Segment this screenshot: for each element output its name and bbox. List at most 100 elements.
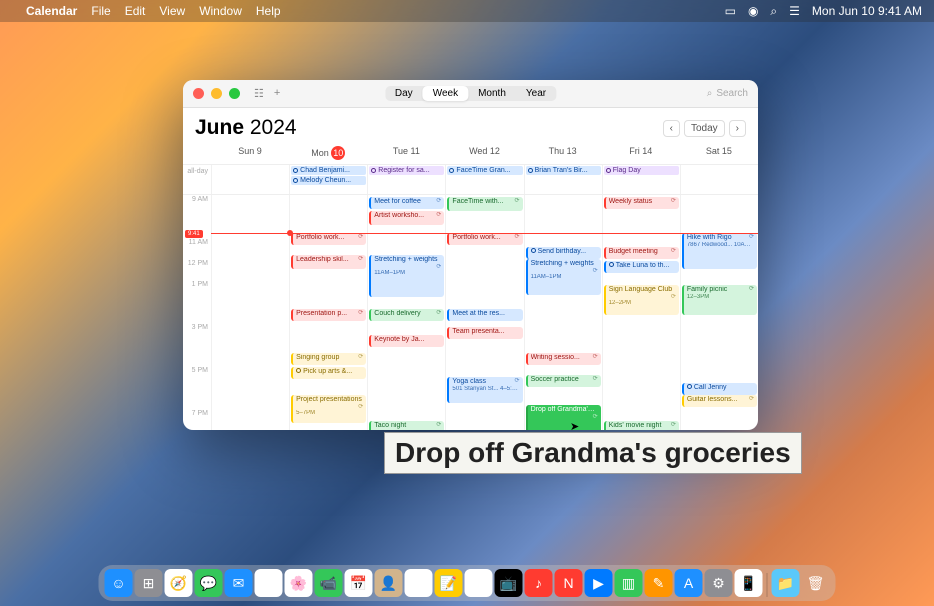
col-fri[interactable]: Weekly status⟳ Budget meeting⟳ Take Luna t…	[602, 195, 680, 430]
col-sun[interactable]	[211, 195, 289, 430]
menu-file[interactable]: File	[91, 4, 110, 18]
calendar-event[interactable]: Portfolio work...⟳	[291, 233, 366, 245]
calendar-event[interactable]: Yoga class⟳501 Stanyan St... 4–5:30PM	[447, 377, 522, 403]
allday-event[interactable]: Register for sa...	[369, 166, 444, 175]
calendar-event[interactable]: Weekly status⟳	[604, 197, 679, 209]
col-thu[interactable]: Send birthday...Stretching + weights⟳11A…	[524, 195, 602, 430]
allday-event[interactable]: FaceTime Gran...	[447, 166, 522, 175]
close-button[interactable]	[193, 88, 204, 99]
dock-finder-icon[interactable]: ☺	[105, 569, 133, 597]
menu-help[interactable]: Help	[256, 4, 281, 18]
day-header[interactable]: Wed 12	[445, 142, 523, 164]
dock-safari-icon[interactable]: 🧭	[165, 569, 193, 597]
dock-notes-icon[interactable]: 📝	[435, 569, 463, 597]
calendar-event[interactable]: Drop off Grandma's groceries⟳	[526, 405, 601, 430]
calendar-event[interactable]: Stretching + weights⟳11AM–1PM	[369, 255, 444, 297]
add-event-icon[interactable]: +	[274, 87, 280, 100]
allday-mon[interactable]: Chad Benjami...Melody Cheun...	[289, 165, 367, 194]
dock-downloads-icon[interactable]: 📁	[772, 569, 800, 597]
allday-event[interactable]: Brian Tran's Bir...	[526, 166, 601, 175]
view-month[interactable]: Month	[468, 86, 516, 101]
dock-mail-icon[interactable]: ✉	[225, 569, 253, 597]
allday-sat[interactable]	[680, 165, 758, 194]
battery-icon[interactable]: ▭	[725, 4, 736, 18]
calendar-event[interactable]: Meet at the res...	[447, 309, 522, 321]
calendar-event[interactable]: Writing sessio...⟳	[526, 353, 601, 365]
next-button[interactable]: ›	[729, 120, 746, 137]
col-mon[interactable]: Portfolio work...⟳ Leadership skil...⟳ Pre…	[289, 195, 367, 430]
day-header[interactable]: Fri 14	[602, 142, 680, 164]
menu-window[interactable]: Window	[199, 4, 242, 18]
day-header[interactable]: Thu 13	[524, 142, 602, 164]
allday-fri[interactable]: Flag Day	[602, 165, 680, 194]
calendar-event[interactable]: Call Jenny	[682, 383, 757, 395]
calendar-event[interactable]: Couch delivery⟳	[369, 309, 444, 321]
calendar-event[interactable]: Family picnic⟳12–3PM	[682, 285, 757, 315]
menu-edit[interactable]: Edit	[125, 4, 146, 18]
calendar-event[interactable]: Team presenta...	[447, 327, 522, 339]
allday-event[interactable]: Flag Day	[604, 166, 679, 175]
dock-launchpad-icon[interactable]: ⊞	[135, 569, 163, 597]
dock-appstore-icon[interactable]: A	[675, 569, 703, 597]
dock-news-icon[interactable]: N	[555, 569, 583, 597]
view-week[interactable]: Week	[423, 86, 468, 101]
prev-button[interactable]: ‹	[663, 120, 680, 137]
dock-contacts-icon[interactable]: 👤	[375, 569, 403, 597]
calendar-event[interactable]: Guitar lessons...⟳	[682, 395, 757, 407]
search-field[interactable]: ⌕ Search	[707, 88, 748, 99]
day-header[interactable]: Tue 11	[367, 142, 445, 164]
col-wed[interactable]: FaceTime with...⟳ Portfolio work...⟳ Meet …	[445, 195, 523, 430]
calendars-icon[interactable]: ☷	[254, 87, 264, 100]
view-day[interactable]: Day	[385, 86, 423, 101]
allday-event[interactable]: Chad Benjami...	[291, 166, 366, 175]
calendar-event[interactable]: FaceTime with...⟳	[447, 197, 522, 211]
calendar-event[interactable]: Soccer practice⟳	[526, 375, 601, 387]
dock-reminders-icon[interactable]: ☑	[405, 569, 433, 597]
dock-photos-icon[interactable]: 🌸	[285, 569, 313, 597]
calendar-event[interactable]: Taco night⟳	[369, 421, 444, 430]
spotlight-icon[interactable]: ⌕	[770, 4, 777, 19]
calendar-event[interactable]: Artist worksho...⟳	[369, 211, 444, 225]
dock-numbers-icon[interactable]: ▥	[615, 569, 643, 597]
wifi-icon[interactable]: ◉	[748, 4, 758, 18]
dock-facetime-icon[interactable]: 📹	[315, 569, 343, 597]
calendar-event[interactable]: Meet for coffee⟳	[369, 197, 444, 209]
dock-iphone-icon[interactable]: 📱	[735, 569, 763, 597]
dock-calendar-icon[interactable]: 📅	[345, 569, 373, 597]
maximize-button[interactable]	[229, 88, 240, 99]
view-year[interactable]: Year	[516, 86, 556, 101]
calendar-event[interactable]: Take Luna to th...	[604, 261, 679, 273]
calendar-event[interactable]: Send birthday...	[526, 247, 601, 259]
minimize-button[interactable]	[211, 88, 222, 99]
calendar-event[interactable]: Sign Language Club⟳12–2PM	[604, 285, 679, 315]
menu-view[interactable]: View	[159, 4, 185, 18]
control-center-icon[interactable]: ☰	[789, 4, 800, 18]
allday-tue[interactable]: Register for sa...	[367, 165, 445, 194]
col-sat[interactable]: Hike with Rigo⟳7867 Redwood... 10AM–12PM…	[680, 195, 758, 430]
allday-sun[interactable]	[211, 165, 289, 194]
dock-messages-icon[interactable]: 💬	[195, 569, 223, 597]
dock-freeform-icon[interactable]: ✎	[465, 569, 493, 597]
dock-settings-icon[interactable]: ⚙	[705, 569, 733, 597]
view-switcher[interactable]: Day Week Month Year	[385, 86, 556, 101]
day-header[interactable]: Sat 15	[680, 142, 758, 164]
col-tue[interactable]: Meet for coffee⟳ Artist worksho...⟳ Stretc…	[367, 195, 445, 430]
dock-music-icon[interactable]: ♪	[525, 569, 553, 597]
clock[interactable]: Mon Jun 10 9:41 AM	[812, 4, 922, 18]
dock-trash-icon[interactable]: 🗑	[802, 569, 830, 597]
day-header[interactable]: Sun 9	[211, 142, 289, 164]
calendar-event[interactable]: Portfolio work...⟳	[447, 233, 522, 245]
dock-keynote-icon[interactable]: ▶	[585, 569, 613, 597]
dock-tv-icon[interactable]: 📺	[495, 569, 523, 597]
allday-event[interactable]: Melody Cheun...	[291, 176, 366, 185]
calendar-event[interactable]: Budget meeting⟳	[604, 247, 679, 259]
calendar-event[interactable]: Singing group⟳	[291, 353, 366, 365]
today-button[interactable]: Today	[684, 120, 725, 137]
calendar-event[interactable]: Leadership skil...⟳	[291, 255, 366, 269]
calendar-event[interactable]: Keynote by Ja...	[369, 335, 444, 347]
day-header[interactable]: Mon 10	[289, 142, 367, 164]
calendar-event[interactable]: Presentation p...⟳	[291, 309, 366, 321]
app-name[interactable]: Calendar	[26, 4, 77, 18]
calendar-event[interactable]: Project presentations⟳5–7PM	[291, 395, 366, 423]
calendar-event[interactable]: Kids' movie night⟳	[604, 421, 679, 430]
